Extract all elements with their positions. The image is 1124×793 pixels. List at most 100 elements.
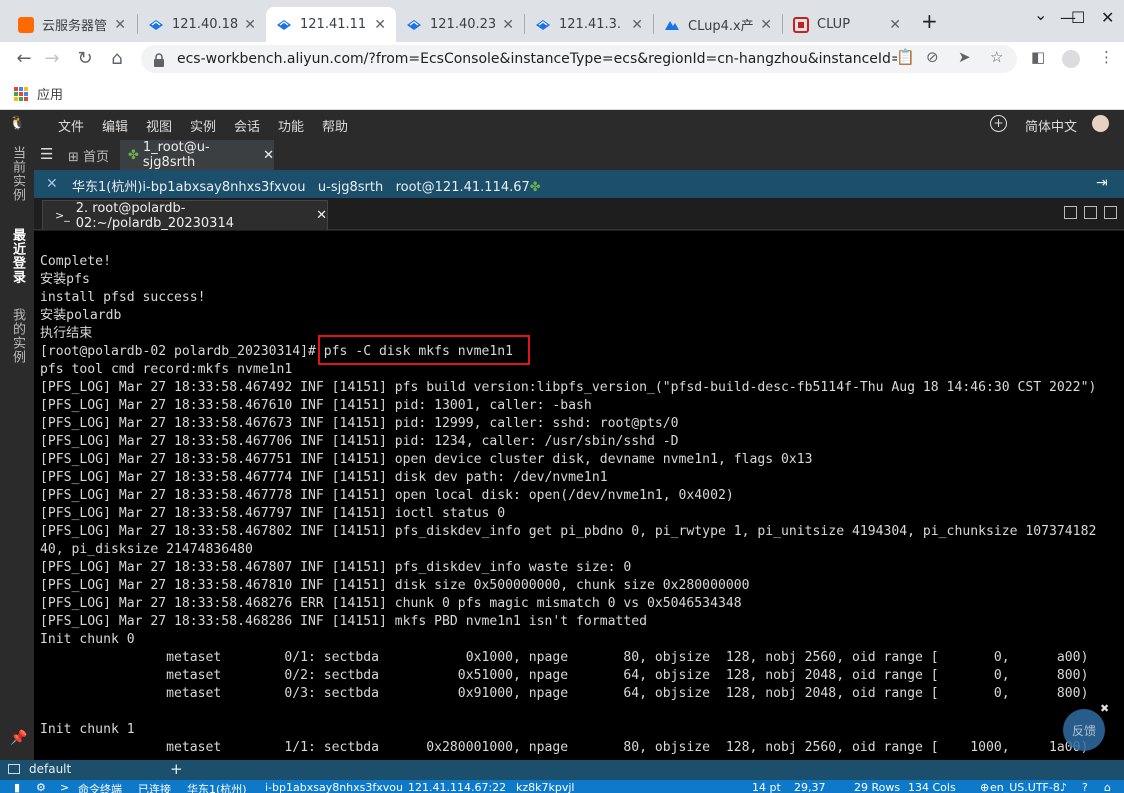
host-name: u-sjg8srth xyxy=(317,180,384,195)
status-bell-icon[interactable]: ⌂ xyxy=(1104,781,1111,793)
home-icon[interactable]: ⌂ xyxy=(105,48,129,69)
eye-off-icon[interactable]: ⊘ xyxy=(926,48,939,66)
aliyun-favicon-icon xyxy=(18,16,34,33)
address-bar[interactable]: ecs-workbench.aliyun.com/?from=EcsConsol… xyxy=(141,45,1017,73)
status-cols: 134 Cols xyxy=(908,781,956,793)
browser-tab-ecs-console[interactable]: 云服务器管 ✕ xyxy=(8,7,136,42)
clipboard-icon[interactable]: 📋 xyxy=(896,48,915,66)
split-horizontal-icon[interactable] xyxy=(1104,206,1117,219)
menu-view[interactable]: 视图 xyxy=(146,116,172,135)
bookmarks-bar: 应用 xyxy=(0,76,1124,110)
side-panel-icon[interactable]: ◧ xyxy=(1031,48,1045,66)
status-arrow-icon: > xyxy=(60,781,70,793)
close-icon[interactable]: ✕ xyxy=(374,17,386,33)
browser-tab-label: 121.41.11 xyxy=(300,17,367,32)
status-copy-icon[interactable]: ▮ xyxy=(14,781,20,793)
browser-tab-clup-doc[interactable]: CLup4.x产 ✕ xyxy=(654,7,782,42)
apps-bookmark[interactable]: 应用 xyxy=(14,84,63,103)
url-text[interactable]: ecs-workbench.aliyun.com/?from=EcsConsol… xyxy=(177,51,897,67)
more-menu-icon[interactable]: ⋮ xyxy=(1099,48,1114,66)
rail-current-instance[interactable]: 当前实例 xyxy=(8,146,27,202)
rail-recent-login[interactable]: 最近登录 xyxy=(8,228,27,284)
status-address: 121.41.114.67:22 xyxy=(408,781,507,793)
send-icon[interactable]: ➤ xyxy=(958,48,971,66)
tab-home[interactable]: ⊞ 首页 xyxy=(68,146,109,165)
terminal-line: 执行结束 xyxy=(40,326,93,341)
status-encoding[interactable]: en_US.UTF-8 xyxy=(990,781,1060,793)
status-sound-icon[interactable]: ♪ xyxy=(1060,781,1067,793)
new-tab-button[interactable]: + xyxy=(921,9,938,33)
menu-features[interactable]: 功能 xyxy=(278,116,304,135)
workspace-bar: default + xyxy=(0,760,1124,780)
disconnect-icon[interactable]: ✕ xyxy=(46,176,58,192)
terminal-line: [PFS_LOG] Mar 27 18:33:58.467751 INF [14… xyxy=(40,452,813,467)
login-user: root@121.41.114.67 xyxy=(395,180,530,195)
terminal-line: [PFS_LOG] Mar 27 18:33:58.467610 INF [14… xyxy=(40,398,592,413)
bookmark-star-icon[interactable]: ☆ xyxy=(990,48,1003,66)
status-settings-icon[interactable]: ⚙ xyxy=(36,781,46,793)
add-workspace-button[interactable]: + xyxy=(170,760,183,778)
terminal-line: Init chunk 1 xyxy=(40,722,135,737)
terminal-line: [PFS_LOG] Mar 27 18:33:58.467810 INF [14… xyxy=(40,578,750,593)
close-icon[interactable]: ✕ xyxy=(502,17,514,33)
close-window-button[interactable]: ✕ xyxy=(1101,8,1114,27)
close-icon[interactable]: ✕ xyxy=(631,17,643,33)
browser-tab-workbench-4[interactable]: 121.41.3. ✕ xyxy=(525,7,653,42)
reload-icon[interactable]: ↻ xyxy=(73,48,97,69)
terminal-line: metaset 0/3: sectbda 0x91000, npage 64, … xyxy=(40,686,1089,701)
browser-tab-workbench-1[interactable]: 121.40.18 ✕ xyxy=(138,7,266,42)
menu-file[interactable]: 文件 xyxy=(58,116,84,135)
maximize-button[interactable]: ☐ xyxy=(1071,8,1085,27)
terminal-line: [PFS_LOG] Mar 27 18:33:58.467774 INF [14… xyxy=(40,470,608,485)
tab-session-active[interactable]: ✤ 1_root@u-sjg8srth ✕ xyxy=(120,140,274,170)
tab-search-icon[interactable]: ⌄ xyxy=(1034,5,1047,24)
status-font-size[interactable]: 14 pt xyxy=(752,781,781,793)
menu-help[interactable]: 帮助 xyxy=(322,116,348,135)
terminal-screen[interactable]: Complete! 安装pfs install pfsd success! 安装pol… xyxy=(34,231,1124,760)
close-icon[interactable]: ✕ xyxy=(889,17,901,33)
rail-my-instances[interactable]: 我的实例 xyxy=(8,308,27,364)
split-grid-icon[interactable] xyxy=(1064,206,1077,219)
browser-tab-clup[interactable]: CLUP ✕ xyxy=(783,7,911,42)
browser-tab-label: 121.40.18 xyxy=(172,17,239,32)
close-icon[interactable]: ✕ xyxy=(114,17,126,33)
linux-tux-icon: 🐧 xyxy=(9,116,26,131)
profile-avatar-icon[interactable] xyxy=(1062,50,1080,68)
status-cursor: 29,37 xyxy=(794,781,826,793)
terminal-line: Init chunk 0 xyxy=(40,632,135,647)
workbench-favicon-icon xyxy=(406,17,422,33)
language-selector[interactable]: 简体中文 xyxy=(1025,116,1077,135)
close-icon[interactable]: ✕ xyxy=(316,208,327,223)
browser-tab-workbench-3[interactable]: 121.40.23 ✕ xyxy=(396,7,524,42)
terminal-line: [PFS_LOG] Mar 27 18:33:58.468276 ERR [14… xyxy=(40,596,742,611)
status-instance: i-bp1abxsay8nhxs3fxvou xyxy=(265,781,403,793)
workbench-menubar: 🐧 文件 编辑 视图 实例 会话 功能 帮助 + 简体中文 xyxy=(0,110,1124,138)
tab-terminal-2[interactable]: >_ 2. root@polardb-02:~/polardb_20230314… xyxy=(42,200,328,231)
menu-instance[interactable]: 实例 xyxy=(190,116,216,135)
apps-grid-icon xyxy=(14,86,28,101)
terminal-line: [PFS_LOG] Mar 27 18:33:58.467778 INF [14… xyxy=(40,488,734,503)
export-icon[interactable]: ⇥ xyxy=(1096,175,1108,191)
add-circle-icon[interactable]: + xyxy=(990,115,1007,132)
forward-arrow-icon[interactable]: → xyxy=(40,48,64,69)
close-icon[interactable]: ✕ xyxy=(760,17,772,33)
workspace-name[interactable]: default xyxy=(29,762,71,776)
back-arrow-icon[interactable]: ← xyxy=(12,48,36,69)
connection-info: 华东1(杭州)i-bp1abxsay8nhxs3fxvou u-sjg8srth… xyxy=(72,176,541,195)
split-vertical-icon[interactable] xyxy=(1084,206,1097,219)
status-help-icon[interactable]: ? xyxy=(1082,781,1088,793)
close-icon[interactable]: ✕ xyxy=(263,148,274,163)
menu-session[interactable]: 会话 xyxy=(234,116,260,135)
menu-edit[interactable]: 编辑 xyxy=(102,116,128,135)
highlight-box xyxy=(318,335,530,365)
close-icon[interactable]: ✕ xyxy=(244,17,256,33)
status-session-id: kz8k7kpvjl xyxy=(516,781,575,793)
status-rows: 29 Rows xyxy=(854,781,901,793)
user-avatar[interactable] xyxy=(1092,115,1109,132)
apps-label: 应用 xyxy=(37,88,64,103)
feedback-button[interactable]: 反馈 xyxy=(1063,709,1105,751)
browser-tab-workbench-active[interactable]: 121.41.11 ✕ xyxy=(266,7,396,42)
pin-icon[interactable]: 📌 xyxy=(10,730,27,746)
sidebar-toggle-icon[interactable]: ☰ xyxy=(40,145,53,163)
close-icon[interactable]: ✖ xyxy=(1100,702,1109,715)
